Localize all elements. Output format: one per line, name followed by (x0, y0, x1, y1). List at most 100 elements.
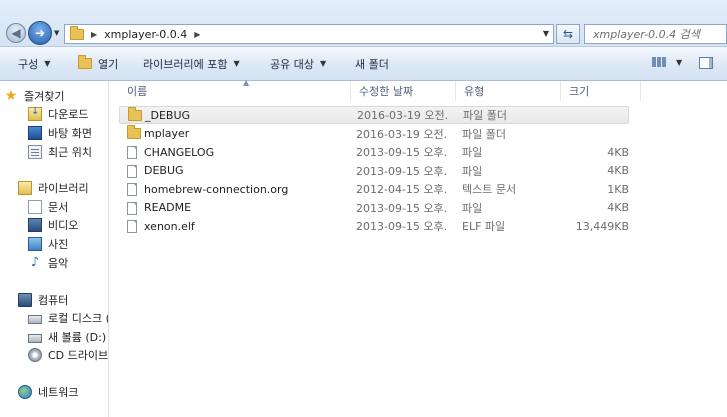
file-size: 4KB (607, 201, 629, 214)
sort-ascending-icon: ▲ (243, 78, 250, 87)
search-input[interactable] (593, 26, 703, 42)
nav-item-label: 비디오 (48, 219, 79, 232)
nav-item-pictures[interactable]: 사진 (28, 235, 68, 253)
nav-item-label: 다운로드 (48, 108, 89, 121)
computer-icon (18, 293, 32, 307)
organize-label: 구성 (18, 57, 39, 71)
nav-item-computer[interactable]: 컴퓨터 (18, 291, 68, 309)
chevron-down-icon: ▼ (319, 59, 327, 68)
nav-item-network[interactable]: 네트워크 (18, 383, 78, 401)
forward-button[interactable]: ➜ (28, 21, 52, 45)
refresh-button[interactable]: ⇆ (556, 24, 580, 44)
file-icon (127, 220, 137, 233)
file-type: 파일 (462, 164, 483, 178)
file-date-modified: 2016-03-19 오전... (356, 127, 448, 141)
open-button[interactable]: 열기 (78, 47, 118, 80)
file-row[interactable]: _DEBUG 2016-03-19 오전... 파일 폴더 (119, 106, 629, 124)
breadcrumb-chevron-icon[interactable]: ▶ (91, 30, 97, 39)
open-label: 열기 (98, 57, 119, 71)
file-date-modified: 2012-04-15 오후... (356, 183, 448, 196)
nav-item-favorites[interactable]: ★ 즐겨찾기 (4, 87, 65, 105)
forward-arrow-icon: ➜ (34, 26, 46, 40)
file-row[interactable]: xenon.elf 2013-09-15 오후... ELF 파일 13,449KB (119, 217, 629, 235)
file-name: xenon.elf (144, 219, 195, 233)
refresh-icon: ⇆ (562, 27, 574, 41)
column-header-label: 유형 (464, 85, 485, 98)
new-folder-label: 새 폴더 (355, 57, 389, 71)
recent-places-icon (28, 145, 42, 159)
file-row[interactable]: DEBUG 2013-09-15 오후... 파일 4KB (119, 162, 629, 180)
file-type: 파일 (462, 146, 483, 159)
command-bar: 구성 ▼ 열기 라이브러리에 포함 ▼ 공유 대상 ▼ 새 폴더 ▼ (0, 47, 727, 81)
file-name: CHANGELOG (144, 145, 215, 159)
new-folder-button[interactable]: 새 폴더 (355, 47, 389, 80)
file-size: 13,449KB (575, 219, 629, 233)
back-arrow-icon: ◀ (11, 26, 21, 40)
file-date-modified: 2013-09-15 오후... (356, 164, 448, 178)
file-row[interactable]: mplayer 2016-03-19 오전... 파일 폴더 (119, 124, 629, 143)
share-with-button[interactable]: 공유 대상 ▼ (270, 47, 326, 80)
chevron-down-icon: ▼ (676, 57, 683, 67)
breadcrumb-segment[interactable]: xmplayer-0.0.4 (104, 28, 187, 41)
nav-item-downloads[interactable]: 다운로드 (28, 105, 88, 123)
nav-item-label: 문서 (48, 201, 69, 214)
file-date-modified: 2013-09-15 오후... (356, 146, 448, 159)
nav-item-local-disk[interactable]: 로컬 디스크 ( (28, 309, 108, 327)
nav-item-music[interactable]: ♪ 음악 (28, 254, 68, 272)
music-note-icon: ♪ (30, 255, 40, 270)
chevron-down-icon: ▼ (44, 59, 51, 68)
desktop-icon (28, 126, 42, 140)
nav-item-label: 사진 (48, 238, 69, 251)
nav-item-cd-drive[interactable]: CD 드라이브 (28, 346, 108, 364)
file-row[interactable]: README 2013-09-15 오후... 파일 4KB (119, 199, 629, 217)
column-header-type[interactable]: 유형 (456, 81, 561, 101)
pictures-icon (28, 237, 42, 251)
column-header-date[interactable]: 수정한 날짜 (351, 81, 456, 101)
nav-item-libraries[interactable]: 라이브러리 (18, 179, 89, 197)
back-button[interactable]: ◀ (6, 23, 26, 43)
address-dropdown-icon[interactable]: ▼ (543, 29, 549, 38)
nav-item-recent[interactable]: 최근 위치 (28, 143, 92, 161)
file-name: mplayer (144, 127, 190, 140)
view-icon (652, 57, 666, 67)
include-in-library-button[interactable]: 라이브러리에 포함 ▼ (143, 47, 240, 80)
change-view-button[interactable]: ▼ (652, 57, 682, 67)
file-date-modified: 2013-09-15 오후... (356, 220, 448, 233)
file-size: 4KB (607, 145, 629, 159)
include-in-library-label: 라이브러리에 포함 (143, 57, 228, 71)
cd-drive-icon (28, 348, 42, 362)
organize-button[interactable]: 구성 ▼ (18, 47, 50, 80)
nav-item-label: 음악 (48, 257, 69, 270)
column-header-size[interactable]: 크기 (561, 81, 641, 101)
nav-item-label: 즐겨찾기 (24, 90, 65, 103)
preview-pane-button[interactable] (699, 57, 713, 69)
breadcrumb-chevron-icon[interactable]: ▶ (194, 30, 200, 39)
downloads-icon (28, 106, 42, 121)
documents-icon (28, 200, 42, 214)
nav-item-desktop[interactable]: 바탕 화면 (28, 124, 92, 142)
file-type: ELF 파일 (462, 220, 506, 233)
file-size: 1KB (607, 182, 629, 196)
file-name: DEBUG (144, 164, 184, 177)
search-box[interactable] (584, 24, 727, 44)
nav-item-new-volume[interactable]: 새 볼륨 (D:) (28, 328, 106, 346)
address-box[interactable]: ▶ xmplayer-0.0.4 ▶ ▼ (64, 24, 554, 44)
file-size: 4KB (607, 164, 629, 177)
file-name: homebrew-connection.org (144, 182, 289, 196)
nav-item-documents[interactable]: 문서 (28, 198, 68, 216)
chevron-down-icon: ▼ (233, 59, 240, 68)
share-with-label: 공유 대상 (270, 57, 314, 71)
nav-item-label: CD 드라이브 (48, 349, 109, 362)
address-bar-row: ◀ ➜ ▼ ▶ xmplayer-0.0.4 ▶ ▼ ⇆ (0, 0, 727, 47)
recent-pages-dropdown-icon[interactable]: ▼ (54, 29, 59, 37)
column-header-name[interactable]: 이름 ▲ (119, 78, 351, 101)
hard-drive-icon (28, 315, 42, 324)
file-icon (127, 183, 137, 196)
nav-item-label: 최근 위치 (48, 146, 92, 159)
nav-item-label: 컴퓨터 (38, 294, 69, 307)
folder-icon (128, 107, 142, 121)
file-row[interactable]: CHANGELOG 2013-09-15 오후... 파일 4KB (119, 143, 629, 161)
file-row[interactable]: homebrew-connection.org 2012-04-15 오후... 텍… (119, 180, 629, 198)
column-header-label: 이름 (127, 85, 148, 98)
nav-item-videos[interactable]: 비디오 (28, 216, 78, 234)
